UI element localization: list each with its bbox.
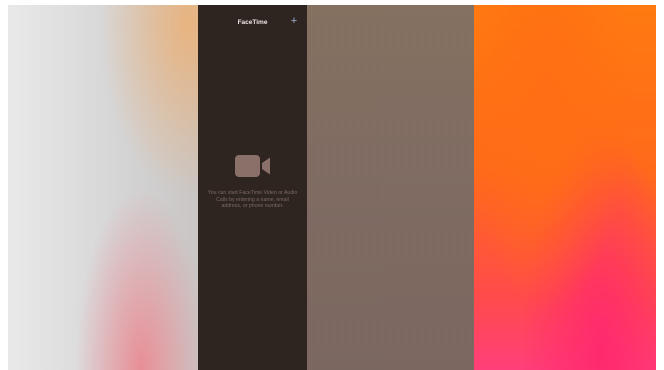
ipad-screen: 11:57 AM Mon Aug 24 37% FaceTime + <box>198 5 474 370</box>
video-camera-icon <box>234 155 270 177</box>
screen-recording-frame: 11:57 AM Mon Aug 24 37% FaceTime + <box>8 5 656 370</box>
empty-state-message: You can start FaceTime Video or Audio Ca… <box>207 190 298 210</box>
blurred-wallpaper-right <box>474 5 656 370</box>
empty-state: You can start FaceTime Video or Audio Ca… <box>198 155 307 210</box>
add-call-button[interactable]: + <box>287 14 301 28</box>
facetime-sidebar: FaceTime + You can start FaceTime Video … <box>198 5 307 370</box>
sidebar-header: FaceTime + <box>198 13 307 33</box>
call-detail-pane <box>307 5 474 370</box>
blurred-wallpaper-left <box>8 5 198 370</box>
